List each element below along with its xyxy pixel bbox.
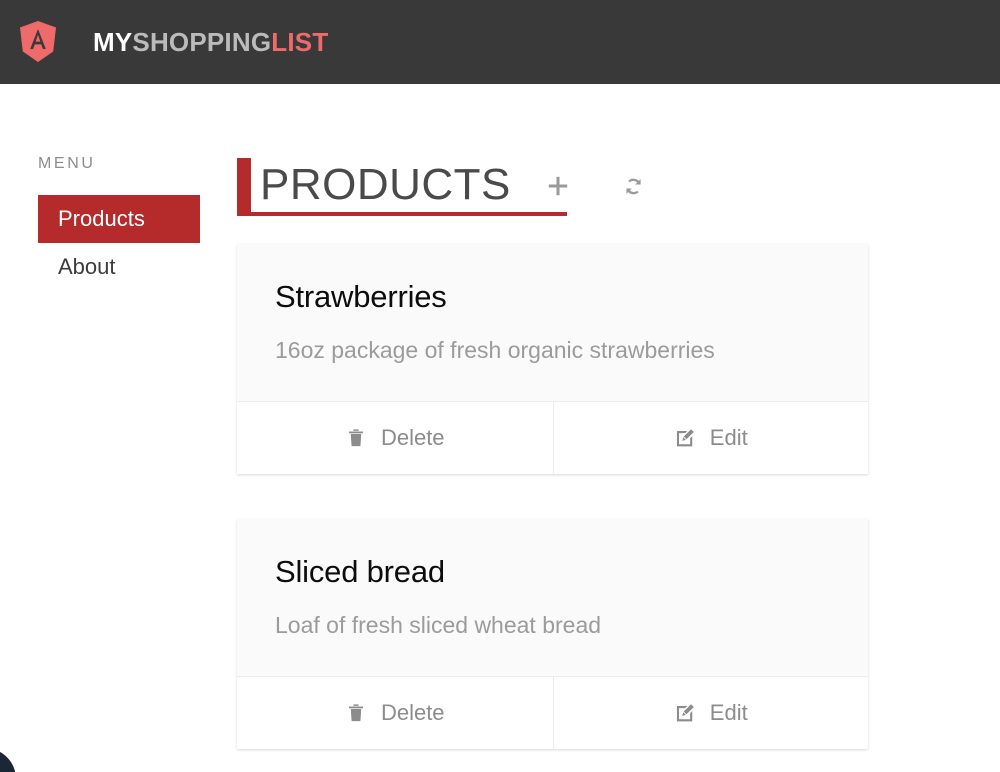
sidebar-heading: MENU xyxy=(38,155,96,172)
edit-pencil-icon xyxy=(676,429,694,447)
product-title: Sliced bread xyxy=(275,554,445,590)
edit-product-label: Edit xyxy=(709,700,748,726)
product-card-body: Strawberries 16oz package of fresh organ… xyxy=(237,244,868,401)
brand-title-shopping: SHOPPING xyxy=(132,27,272,57)
edit-product-button[interactable]: Edit xyxy=(552,677,869,750)
sidebar-item-about[interactable]: About xyxy=(38,243,200,291)
brand-title-my: MY xyxy=(93,27,133,57)
product-card-footer: Delete Edit xyxy=(237,676,869,750)
title-underline xyxy=(237,212,567,216)
product-title: Strawberries xyxy=(275,279,447,314)
page-header: PRODUCTS xyxy=(237,156,868,216)
product-description: 16oz package of fresh organic strawberri… xyxy=(275,337,715,364)
product-description: Loaf of fresh sliced wheat bread xyxy=(275,612,602,639)
product-card: Sliced bread Loaf of fresh sliced wheat … xyxy=(237,519,869,750)
delete-product-button[interactable]: Delete xyxy=(237,402,553,474)
refresh-icon xyxy=(626,178,641,194)
page-title-wrap: PRODUCTS xyxy=(237,158,567,216)
delete-product-button[interactable]: Delete xyxy=(237,677,553,749)
delete-product-label: Delete xyxy=(380,700,445,726)
edit-product-label: Edit xyxy=(709,425,748,451)
product-card-footer: Delete Edit xyxy=(237,401,869,475)
refresh-products-button[interactable] xyxy=(614,166,654,206)
delete-product-label: Delete xyxy=(380,425,445,451)
sidebar: MENU Products About xyxy=(0,156,200,291)
edit-product-button[interactable]: Edit xyxy=(552,402,869,475)
app-header: MYSHOPPINGLIST xyxy=(0,0,1000,84)
brand-title-list: LIST xyxy=(271,27,329,57)
title-accent-bar xyxy=(237,158,251,212)
page-body: MENU Products About PRODUCTS Strawberrie… xyxy=(0,84,1000,772)
product-card: Strawberries 16oz package of fresh organ… xyxy=(237,244,869,475)
edit-pencil-icon xyxy=(676,704,694,722)
sidebar-item-products[interactable]: Products xyxy=(38,195,200,244)
product-card-list: Strawberries 16oz package of fresh organ… xyxy=(237,244,1000,750)
trash-icon xyxy=(348,704,363,722)
product-card-body: Sliced bread Loaf of fresh sliced wheat … xyxy=(237,519,868,676)
main-content: PRODUCTS Strawberries 16oz package of fr… xyxy=(200,156,1000,772)
page-header-actions xyxy=(538,166,654,206)
page-title: PRODUCTS xyxy=(260,160,511,209)
brand-title: MYSHOPPINGLIST xyxy=(93,29,328,55)
sidebar-menu-list: Products About xyxy=(38,195,200,291)
angular-shield-icon xyxy=(20,21,56,62)
trash-icon xyxy=(348,429,363,447)
plus-icon xyxy=(548,176,568,196)
add-product-button[interactable] xyxy=(538,166,578,206)
